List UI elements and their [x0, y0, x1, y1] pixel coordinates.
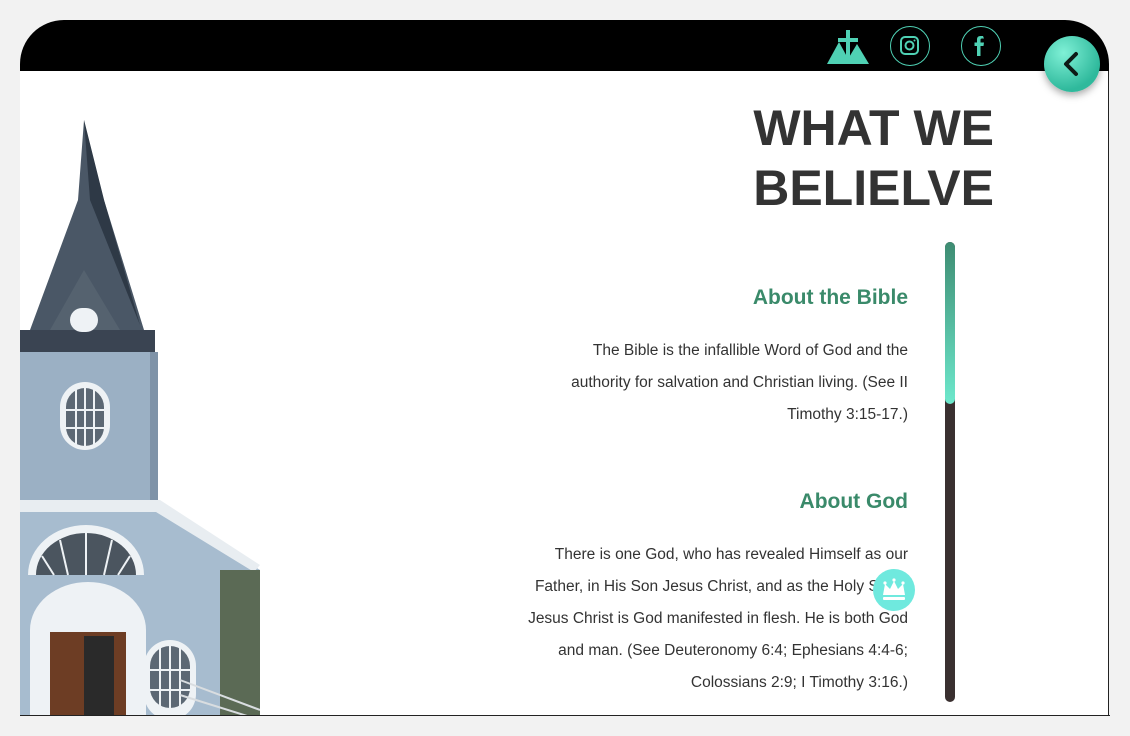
crown-button[interactable]	[873, 569, 915, 611]
section-body-god: There is one God, who has revealed Himse…	[528, 546, 908, 691]
top-navigation-bar	[20, 20, 1109, 71]
bottom-edge-line	[20, 715, 1110, 716]
section-heading-bible: About the Bible	[752, 286, 908, 309]
section-body-bible: The Bible is the infallible Word of God …	[571, 342, 908, 423]
section-heading-god: About God	[799, 490, 908, 513]
page-title-line-2: BELIELVE	[753, 160, 994, 216]
instagram-icon[interactable]	[890, 26, 930, 66]
crown-icon	[883, 578, 905, 600]
chevron-left-icon	[1064, 52, 1078, 76]
church-building-image	[20, 120, 260, 716]
page-title-line-1: WHAT WE	[753, 100, 994, 156]
device-frame: WHAT WE BELIELVE About the Bible The Bib…	[0, 0, 1130, 736]
content-edge-divider	[1108, 71, 1109, 716]
facebook-icon[interactable]	[961, 26, 1001, 66]
church-cross-logo-icon[interactable]	[825, 28, 871, 66]
back-button[interactable]	[1044, 36, 1100, 92]
page-title: WHAT WE BELIELVE	[634, 98, 994, 218]
content-scrollbar-thumb[interactable]	[945, 242, 955, 404]
